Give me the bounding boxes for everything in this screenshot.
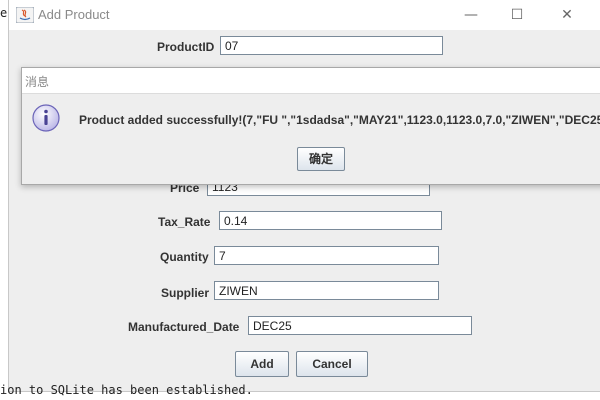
tax-rate-label: Tax_Rate	[158, 215, 211, 229]
quantity-label: Quantity	[160, 250, 209, 264]
console-status-line: ion to SQLite has been established.	[0, 383, 253, 397]
java-app-icon	[16, 7, 34, 23]
maximize-button[interactable]: ☐	[494, 0, 540, 30]
window-titlebar[interactable]: Add Product — ☐ ✕	[9, 0, 600, 30]
close-button[interactable]: ✕	[544, 0, 590, 30]
add-button[interactable]: Add	[235, 351, 289, 377]
ok-button[interactable]: 确定	[297, 147, 345, 171]
dialog-titlebar[interactable]: 消息	[22, 68, 600, 94]
window-title: Add Product	[38, 7, 110, 22]
supplier-label: Supplier	[161, 286, 210, 300]
add-product-window: Add Product — ☐ ✕ ProductID 07 Price 112…	[8, 0, 600, 392]
cancel-button[interactable]: Cancel	[296, 351, 368, 377]
manufactured-date-label: Manufactured_Date	[128, 320, 240, 334]
product-id-field[interactable]: 07	[220, 36, 443, 55]
supplier-field[interactable]: ZIWEN	[214, 281, 439, 300]
console-text-fragment: e	[0, 6, 8, 20]
manufactured-date-field[interactable]: DEC25	[248, 316, 472, 335]
dialog-message: Product added successfully!(7,"FU ","1sd…	[79, 113, 600, 127]
dialog-title: 消息	[25, 75, 50, 89]
info-icon	[32, 104, 60, 132]
quantity-field[interactable]: 7	[214, 246, 439, 265]
minimize-button[interactable]: —	[448, 0, 494, 30]
tax-rate-field[interactable]: 0.14	[219, 211, 442, 230]
message-dialog: 消息 Product added successfully!(7,"FU ","…	[21, 67, 600, 185]
product-id-label: ProductID	[157, 40, 215, 54]
